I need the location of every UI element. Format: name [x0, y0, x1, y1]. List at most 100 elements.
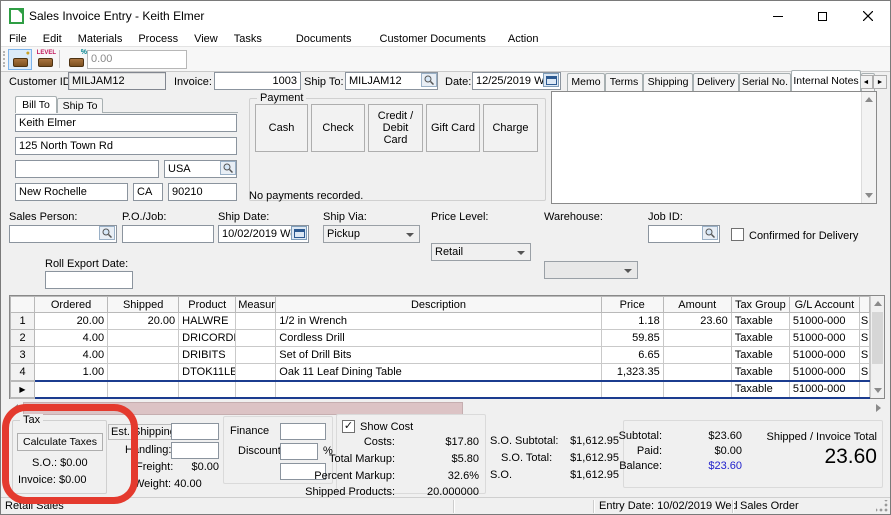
cash-register-icon[interactable]: ● [8, 49, 32, 70]
cell-ordered[interactable] [35, 381, 108, 398]
cell-amount[interactable] [663, 364, 731, 381]
toolbar-amount-field[interactable]: 0.00 [87, 50, 187, 69]
cell-measure[interactable] [236, 347, 276, 364]
col-tax-group[interactable]: Tax Group [731, 297, 789, 313]
sales-person-lookup-button[interactable] [99, 226, 115, 240]
scroll-left-icon[interactable] [13, 404, 18, 412]
menu-edit[interactable]: Edit [35, 33, 70, 45]
minimize-button[interactable] [755, 1, 800, 31]
tab-scroll-left-button[interactable]: ◄ [859, 75, 873, 89]
tab-internal-notes[interactable]: Internal Notes [791, 70, 861, 91]
cell-gl-account[interactable]: 51000-000 [789, 330, 859, 347]
billto-city-field[interactable]: New Rochelle [15, 183, 128, 201]
cell-measure[interactable] [236, 381, 276, 398]
payment-check-button[interactable]: Check [311, 104, 365, 152]
table-row[interactable]: 2 4.00 DRICORDLESS Cordless Drill 59.85 … [11, 330, 870, 347]
col-amount[interactable]: Amount [663, 297, 731, 313]
cell-extra[interactable]: S [859, 330, 869, 347]
cell-product[interactable] [179, 381, 236, 398]
col-price[interactable]: Price [601, 297, 663, 313]
tab-delivery[interactable]: Delivery [693, 73, 739, 91]
price-level-dropdown[interactable]: Retail [431, 243, 531, 261]
payment-gift-card-button[interactable]: Gift Card [426, 104, 480, 152]
payment-cash-button[interactable]: Cash [255, 104, 308, 152]
internal-notes-textarea[interactable] [551, 91, 877, 204]
cell-price[interactable]: 1,323.35 [601, 364, 663, 381]
cell-tax-group[interactable]: Taxable [731, 364, 789, 381]
calendar-icon[interactable] [543, 73, 559, 87]
menu-tasks[interactable]: Tasks [226, 33, 270, 45]
cell-description[interactable]: Set of Drill Bits [276, 347, 601, 364]
cell-measure[interactable] [236, 330, 276, 347]
scroll-up-icon[interactable] [874, 301, 882, 306]
menu-materials[interactable]: Materials [70, 33, 131, 45]
cell-price[interactable]: 59.85 [601, 330, 663, 347]
scroll-right-icon[interactable] [876, 404, 881, 412]
cell-ordered[interactable]: 1.00 [35, 364, 108, 381]
menu-process[interactable]: Process [130, 33, 186, 45]
tab-bill-to[interactable]: Bill To [15, 96, 57, 113]
table-row[interactable]: 3 4.00 DRIBITS Set of Drill Bits 6.65 Ta… [11, 347, 870, 364]
roll-export-field[interactable] [45, 271, 133, 289]
discount-field[interactable] [280, 443, 318, 460]
cell-gl-account[interactable]: 51000-000 [789, 313, 859, 330]
maximize-button[interactable] [800, 1, 845, 31]
ship-to-lookup-button[interactable] [421, 73, 437, 87]
scroll-down-icon[interactable] [874, 388, 882, 393]
cell-extra[interactable] [859, 381, 869, 398]
cell-product[interactable]: HALWRE [179, 313, 236, 330]
cell-amount[interactable] [663, 381, 731, 398]
col-description[interactable]: Description [276, 297, 601, 313]
po-job-field[interactable] [122, 225, 214, 243]
job-id-lookup-button[interactable] [702, 226, 718, 240]
cell-measure[interactable] [236, 313, 276, 330]
cell-gl-account[interactable]: 51000-000 [789, 347, 859, 364]
cell-extra[interactable]: S [859, 313, 869, 330]
billto-state-field[interactable]: CA [133, 183, 163, 201]
cell-description[interactable]: 1/2 in Wrench [276, 313, 601, 330]
cell-shipped[interactable] [108, 364, 179, 381]
country-lookup-button[interactable] [220, 161, 236, 175]
col-extra[interactable] [859, 297, 869, 313]
cell-amount[interactable] [663, 347, 731, 364]
cell-product[interactable]: DRIBITS [179, 347, 236, 364]
tab-serial-no[interactable]: Serial No. [739, 73, 791, 91]
table-row[interactable]: 1 20.00 20.00 HALWRE 1/2 in Wrench 1.18 … [11, 313, 870, 330]
payment-credit-debit-button[interactable]: Credit / Debit Card [368, 104, 423, 152]
cell-ordered[interactable]: 4.00 [35, 330, 108, 347]
price-level-icon[interactable]: LEVEL [33, 49, 57, 70]
col-gl-account[interactable]: G/L Account [789, 297, 859, 313]
tab-ship-to[interactable]: Ship To [57, 98, 103, 113]
col-ordered[interactable]: Ordered [35, 297, 108, 313]
cell-shipped[interactable] [108, 347, 179, 364]
grid-vscrollbar[interactable] [870, 296, 884, 398]
vscroll-thumb[interactable] [872, 312, 883, 364]
customer-id-field[interactable]: MILJAM12 [68, 72, 166, 90]
ship-date-calendar-icon[interactable] [291, 226, 307, 240]
billto-address2-field[interactable] [15, 160, 159, 178]
handling-field[interactable] [171, 442, 219, 459]
cell-amount[interactable] [663, 330, 731, 347]
cell-extra[interactable]: S [859, 364, 869, 381]
cell-ordered[interactable]: 4.00 [35, 347, 108, 364]
cell-description[interactable] [276, 381, 601, 398]
calculate-taxes-button[interactable]: Calculate Taxes [17, 433, 103, 451]
tab-terms[interactable]: Terms [605, 73, 643, 91]
billto-address1-field[interactable]: 125 North Town Rd [15, 137, 237, 155]
col-product[interactable]: Product [179, 297, 236, 313]
cell-price[interactable]: 1.18 [601, 313, 663, 330]
billto-name-field[interactable]: Keith Elmer [15, 114, 237, 132]
col-shipped[interactable]: Shipped [108, 297, 179, 313]
invoice-number-field[interactable]: 1003 [214, 72, 301, 90]
toolbar-grip[interactable] [3, 51, 6, 67]
cell-description[interactable]: Cordless Drill [276, 330, 601, 347]
cell-gl-account[interactable]: 51000-000 [789, 381, 859, 398]
cell-gl-account[interactable]: 51000-000 [789, 364, 859, 381]
finance-field[interactable] [280, 423, 326, 440]
cell-ordered[interactable]: 20.00 [35, 313, 108, 330]
confirmed-delivery-checkbox[interactable] [731, 228, 744, 241]
tab-scroll-right-button[interactable]: ► [873, 75, 887, 89]
menu-action[interactable]: Action [500, 33, 547, 45]
est-shipping-field[interactable] [171, 423, 219, 440]
discount-icon[interactable]: % [64, 49, 88, 70]
